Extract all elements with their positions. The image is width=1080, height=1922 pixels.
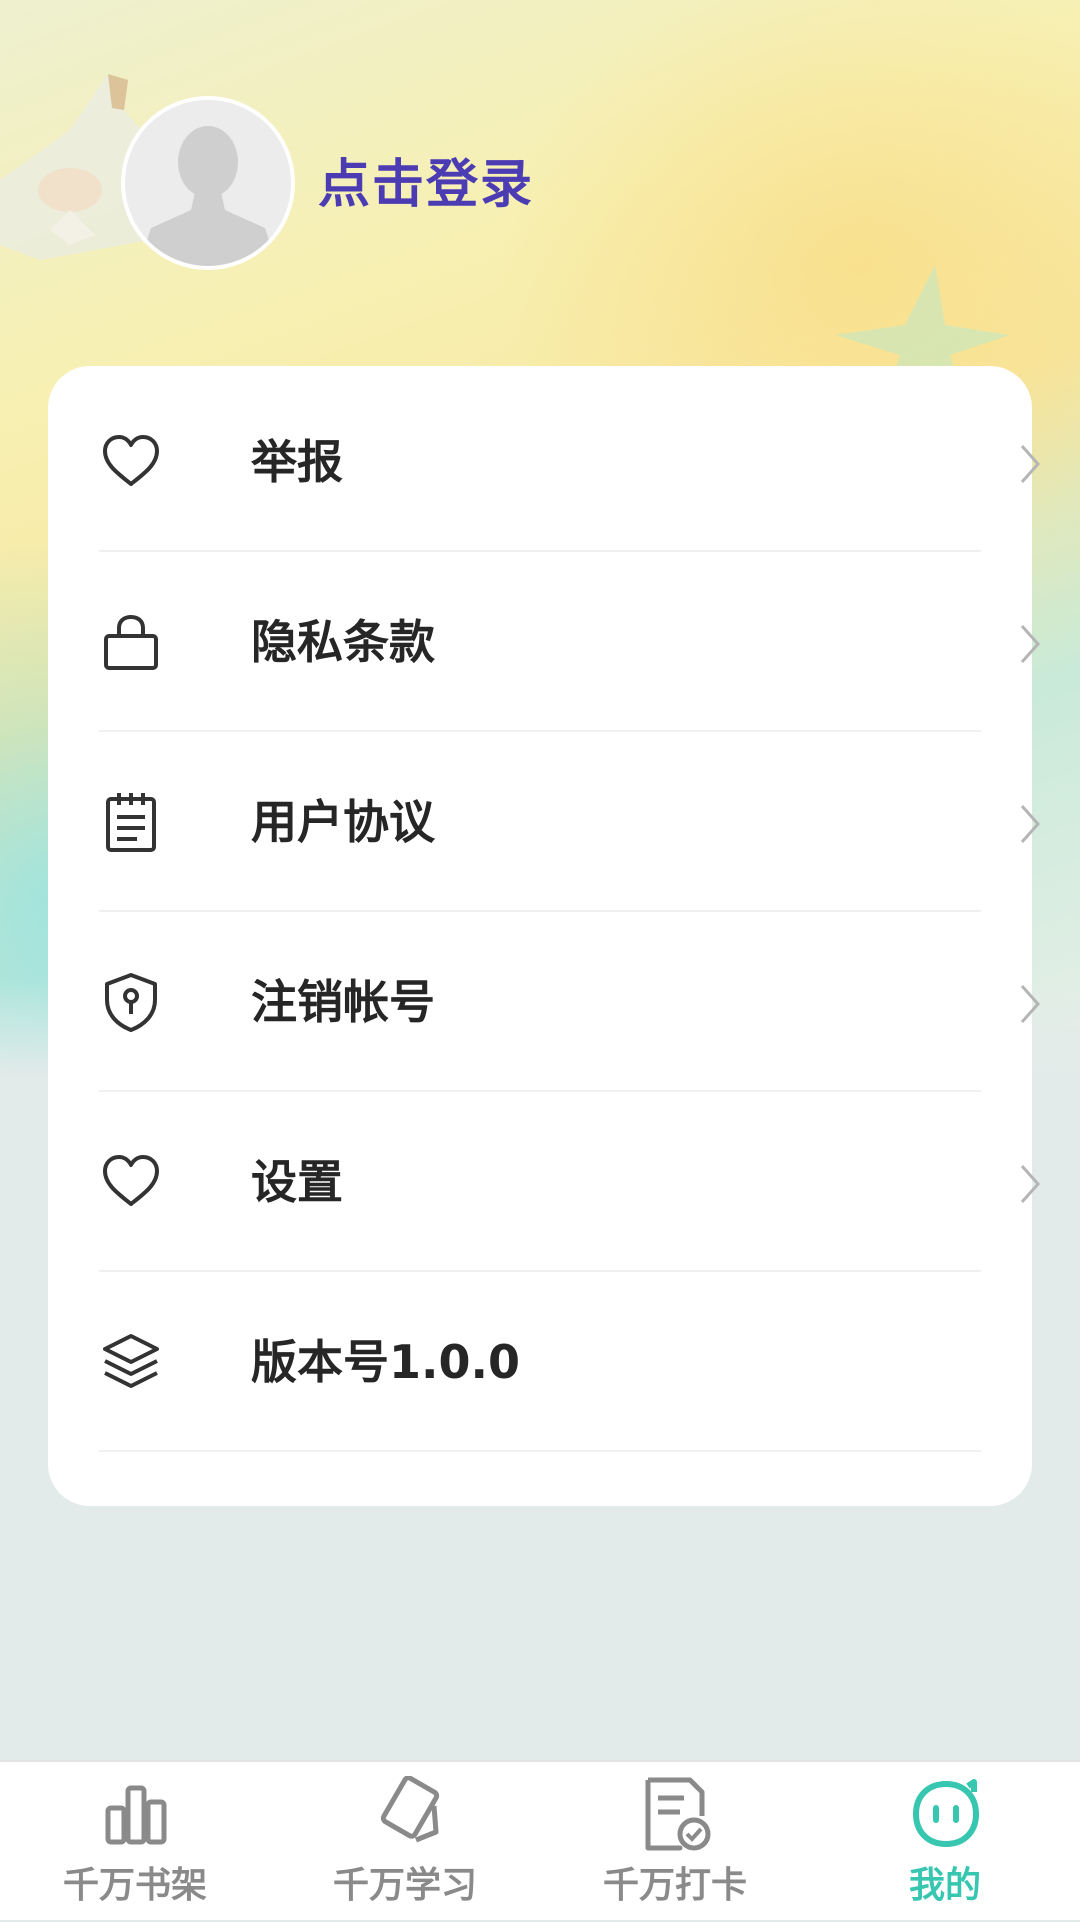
menu-item-label: 设置 <box>251 1155 343 1209</box>
tab-mine[interactable]: 我的 <box>810 1762 1080 1922</box>
tab-label: 千万书架 <box>62 1865 207 1906</box>
shield-icon <box>105 973 157 1032</box>
chevron-right-icon <box>1020 445 1041 483</box>
menu-item-privacy-policy[interactable]: 隐私条款 <box>99 552 1041 732</box>
chevron-right-icon <box>1020 1165 1041 1203</box>
tab-bookshelf[interactable]: 千万书架 <box>0 1762 270 1922</box>
tab-checkin[interactable]: 千万打卡 <box>540 1762 810 1922</box>
menu-item-label: 用户协议 <box>251 795 435 849</box>
menu-item-label: 举报 <box>251 435 343 489</box>
cards-icon <box>380 1776 440 1843</box>
menu-item-version: 版本号1.0.0 <box>99 1272 1031 1452</box>
menu-item-report[interactable]: 举报 <box>99 372 1041 552</box>
tab-label: 千万学习 <box>332 1865 477 1906</box>
check-document-icon <box>645 1777 711 1851</box>
chevron-right-icon <box>1020 625 1041 663</box>
chevron-right-icon <box>1020 805 1041 843</box>
menu-card: 举报 隐私条款 用户协议 注销帐号 设置 版本号1.0.0 <box>48 366 1041 1506</box>
heart-icon <box>103 435 159 486</box>
menu-item-settings[interactable]: 设置 <box>99 1092 1041 1272</box>
menu-item-label: 隐私条款 <box>251 615 435 669</box>
avatar[interactable] <box>121 96 295 270</box>
menu-item-delete-account[interactable]: 注销帐号 <box>99 912 1041 1092</box>
heart-icon <box>103 1155 159 1206</box>
tab-label: 千万打卡 <box>602 1865 747 1906</box>
smiley-face-icon <box>913 1779 979 1847</box>
tab-label: 我的 <box>908 1865 981 1906</box>
menu-item-label: 注销帐号 <box>251 975 435 1029</box>
divider <box>99 1450 981 1452</box>
tab-study[interactable]: 千万学习 <box>270 1762 540 1922</box>
login-link[interactable]: 点击登录 <box>318 150 534 220</box>
bottom-tab-bar: 千万书架 千万学习 千万打卡 我的 <box>0 1760 1080 1920</box>
menu-item-user-agreement[interactable]: 用户协议 <box>99 732 1041 912</box>
lock-icon <box>104 614 158 670</box>
chevron-right-icon <box>1020 985 1041 1023</box>
notepad-icon <box>106 793 156 852</box>
version-label: 版本号1.0.0 <box>251 1335 520 1389</box>
layers-icon <box>103 1334 159 1388</box>
default-avatar-icon <box>125 100 291 266</box>
bar-chart-icon <box>105 1785 167 1845</box>
